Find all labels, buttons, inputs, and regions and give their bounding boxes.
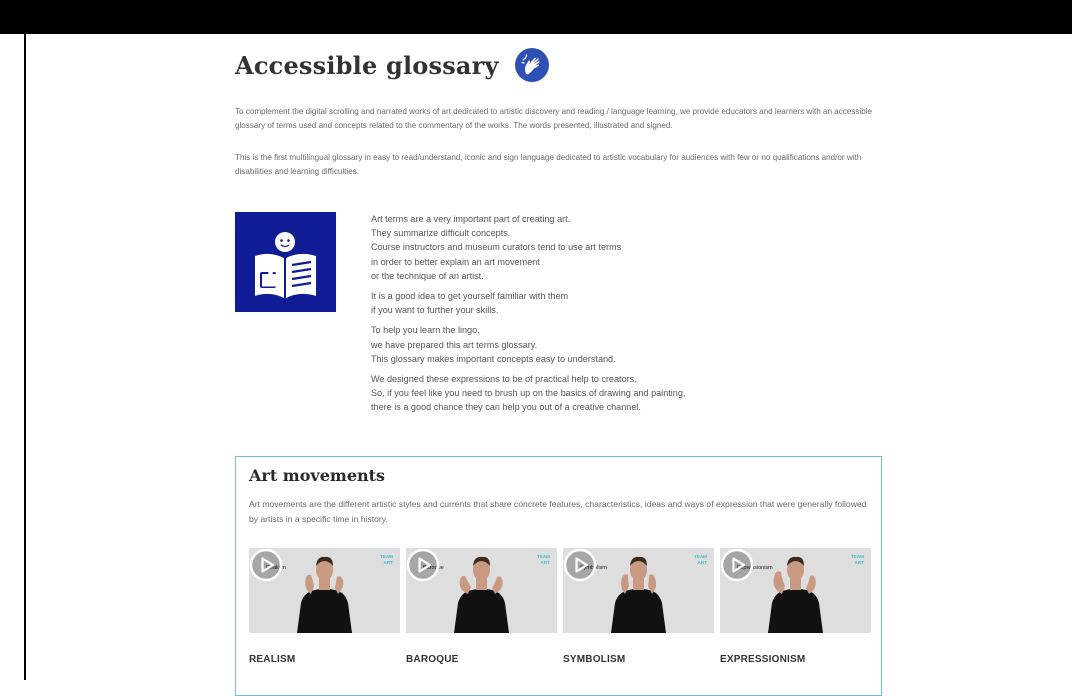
top-bar [0, 0, 1074, 34]
easy-read-line: Course instructors and museum curators t… [371, 242, 622, 253]
easy-read-line: This glossary makes important concepts e… [371, 353, 616, 364]
video-symbolism[interactable]: Symbolism TEAMART [563, 548, 714, 633]
video-expressionism[interactable]: Expressionism TEAM ART [720, 548, 871, 633]
easy-read-line: Art terms are a very important part of c… [371, 214, 571, 224]
easy-read-paragraph-1: Art terms are a very important part of c… [371, 212, 731, 283]
play-icon[interactable] [720, 548, 754, 582]
easy-read-line: It is a good idea to get yourself famili… [371, 291, 569, 302]
title-row: Accessible glossary [235, 48, 549, 82]
easy-read-line: We designed these expressions to be of p… [371, 374, 637, 385]
easy-read-line: if you want to further your skills. [371, 305, 499, 316]
easy-read-paragraph-4: We designed these expressions to be of p… [371, 372, 731, 415]
left-border [24, 0, 26, 680]
intro-paragraph-2: This is the first multilingual glossary … [235, 153, 862, 177]
intro-paragraph-1: To complement the digital scrolling and … [235, 107, 873, 131]
team-art-logo: TEAM ART [693, 554, 707, 565]
team-art-logo: TEAM ART [536, 554, 550, 565]
easy-read-line: there is a good chance they can help you… [371, 402, 641, 413]
video-baroque[interactable]: Baroque TEAMART [406, 548, 557, 633]
easy-read-line: we have prepared this art terms glossary… [371, 339, 538, 350]
play-icon[interactable] [563, 548, 597, 582]
play-icon[interactable] [249, 548, 283, 582]
easy-to-read-logo [235, 212, 336, 312]
team-art-logo: TEAM ART [850, 554, 864, 565]
movement-name[interactable]: REALISM [249, 654, 295, 665]
sign-language-icon [514, 48, 549, 82]
movement-name[interactable]: BAROQUE [406, 654, 459, 665]
left-margin [0, 34, 24, 680]
easy-read-text: Art terms are a very important part of c… [371, 212, 731, 421]
easy-read-line: in order to better explain an art moveme… [371, 256, 540, 267]
section-description: Art movements are the different artistic… [249, 499, 867, 524]
easy-read-line: To help you learn the lingo, [371, 325, 480, 336]
video-realism[interactable]: Realism TEAMART [249, 548, 400, 633]
easy-read-paragraph-3: To help you learn the lingo, we have pre… [371, 323, 731, 366]
easy-read-paragraph-2: It is a good idea to get yourself famili… [371, 289, 731, 317]
hand-sign-icon [521, 54, 540, 75]
art-movements-card: Art movements Art movements are the diff… [235, 456, 882, 696]
section-title: Art movements [249, 466, 386, 485]
page-title: Accessible glossary [235, 50, 499, 80]
easy-read-line: or the technique of an artist. [371, 270, 484, 281]
easy-to-read-icon [255, 232, 316, 298]
team-art-logo: TEAM ART [379, 554, 393, 565]
play-icon[interactable] [406, 548, 440, 582]
easy-read-line: They summarize difficult concepts. [371, 228, 511, 239]
movement-name[interactable]: EXPRESSIONISM [720, 654, 805, 665]
easy-read-line: So, if you feel like you need to brush u… [371, 388, 686, 399]
movement-name[interactable]: SYMBOLISM [563, 654, 625, 665]
